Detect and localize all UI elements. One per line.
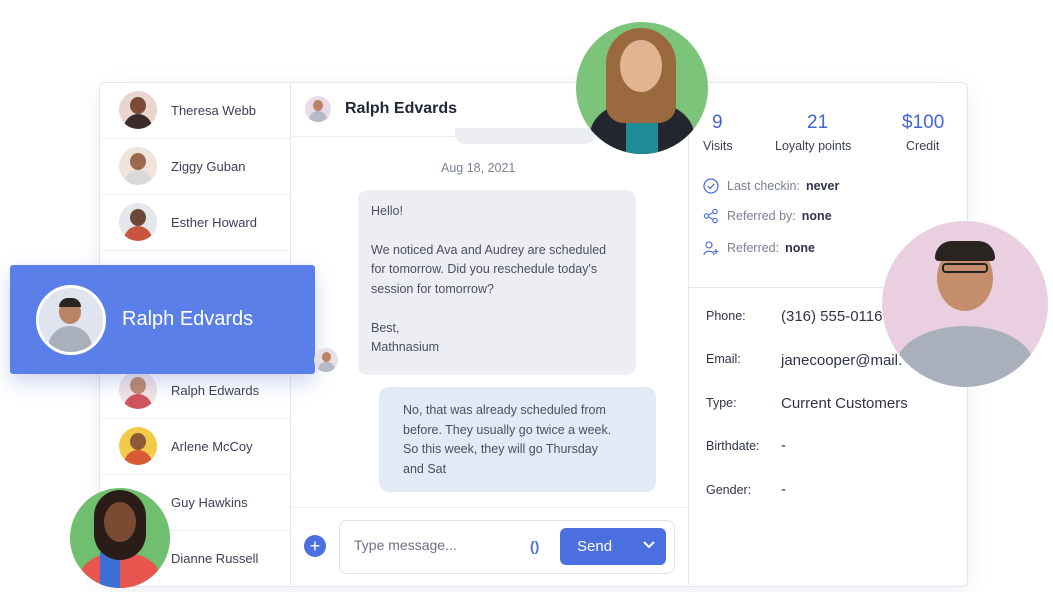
previous-message-fragment — [455, 128, 595, 144]
visits-label: Visits — [703, 139, 733, 153]
avatar — [119, 427, 157, 465]
avatar — [305, 96, 331, 122]
email-label: Email: — [706, 352, 741, 366]
outgoing-message: No, that was already scheduled from befo… — [379, 387, 656, 492]
birthdate-value: - — [781, 437, 786, 454]
contact-item[interactable]: Theresa Webb — [99, 82, 290, 139]
contact-item[interactable]: Ziggy Guban — [99, 138, 290, 195]
birthdate-label: Birthdate: — [706, 439, 760, 453]
message-line: So this week, they will go Thursday — [403, 442, 599, 456]
profile-photo — [882, 221, 1048, 387]
loyalty-points-value: 21 — [807, 112, 829, 133]
avatar — [119, 203, 157, 241]
contact-name: Esther Howard — [171, 214, 257, 230]
message-line: Best, — [371, 321, 400, 335]
chevron-down-icon[interactable] — [642, 537, 656, 554]
gender-value: - — [781, 481, 786, 498]
incoming-message: Hello! We noticed Ava and Audrey are sch… — [358, 190, 636, 375]
selected-contact-name: Ralph Edvards — [122, 308, 254, 330]
avatar — [119, 371, 157, 409]
message-line: before. They usually go twice a week. — [403, 423, 612, 437]
type-value: Current Customers — [781, 395, 908, 412]
contact-item[interactable]: Arlene McCoy — [99, 418, 290, 475]
type-label: Type: — [706, 396, 737, 410]
selected-contact-card[interactable]: Ralph Edvards — [10, 265, 315, 374]
check-circle-icon — [703, 178, 719, 194]
contact-name: Dianne Russell — [171, 550, 259, 566]
referred-by-row: Referred by: none — [703, 208, 832, 224]
message-line: and Sat — [403, 462, 447, 476]
send-button[interactable]: Send — [560, 528, 666, 565]
message-line: No, that was already scheduled from — [403, 403, 606, 417]
message-line: We noticed Ava and Audrey are scheduled — [371, 243, 607, 257]
composer: () Send — [339, 520, 675, 574]
email-value: janecooper@mail. — [781, 352, 903, 369]
profile-photo — [576, 22, 708, 154]
referred-value: none — [785, 241, 815, 255]
referred-by-label: Referred by: — [727, 209, 796, 223]
message-line: Hello! — [371, 204, 403, 218]
loyalty-points-label: Loyalty points — [775, 139, 852, 153]
referred-row: Referred: none — [703, 240, 815, 256]
phone-value: (316) 555-0116 — [781, 308, 883, 325]
avatar — [119, 147, 157, 185]
credit-value: $100 — [902, 112, 945, 133]
user-plus-icon — [703, 241, 719, 256]
divider — [291, 507, 688, 508]
add-attachment-button[interactable]: + — [304, 535, 326, 557]
message-line: session for tomorrow? — [371, 282, 494, 296]
template-icon[interactable]: () — [530, 538, 539, 554]
divider — [688, 82, 689, 585]
referred-label: Referred: — [727, 241, 780, 255]
referred-by-value: none — [801, 209, 832, 223]
contact-name: Ralph Edwards — [171, 382, 260, 398]
contact-name: Ziggy Guban — [171, 158, 246, 174]
contact-item[interactable]: Esther Howard — [99, 194, 290, 251]
avatar — [36, 284, 106, 355]
gender-label: Gender: — [706, 483, 752, 497]
share-icon — [703, 208, 718, 224]
message-line: Mathnasium — [371, 340, 440, 354]
contact-name: Arlene McCoy — [171, 438, 253, 454]
message-date: Aug 18, 2021 — [441, 161, 516, 175]
last-checkin-row: Last checkin: never — [703, 178, 839, 194]
chat-title: Ralph Edvards — [345, 100, 458, 117]
last-checkin-value: never — [805, 179, 840, 193]
contact-name: Guy Hawkins — [171, 494, 248, 510]
contact-name: Theresa Webb — [171, 102, 257, 118]
phone-label: Phone: — [706, 309, 746, 323]
message-input[interactable] — [352, 536, 516, 554]
sender-avatar — [314, 348, 338, 372]
visits-value: 9 — [712, 112, 723, 133]
send-label: Send — [577, 538, 613, 555]
credit-label: Credit — [906, 139, 940, 153]
last-checkin-label: Last checkin: — [727, 179, 800, 193]
profile-photo — [70, 488, 170, 588]
avatar — [119, 91, 157, 129]
message-line: for tomorrow. Did you reschedule today's — [371, 262, 598, 276]
